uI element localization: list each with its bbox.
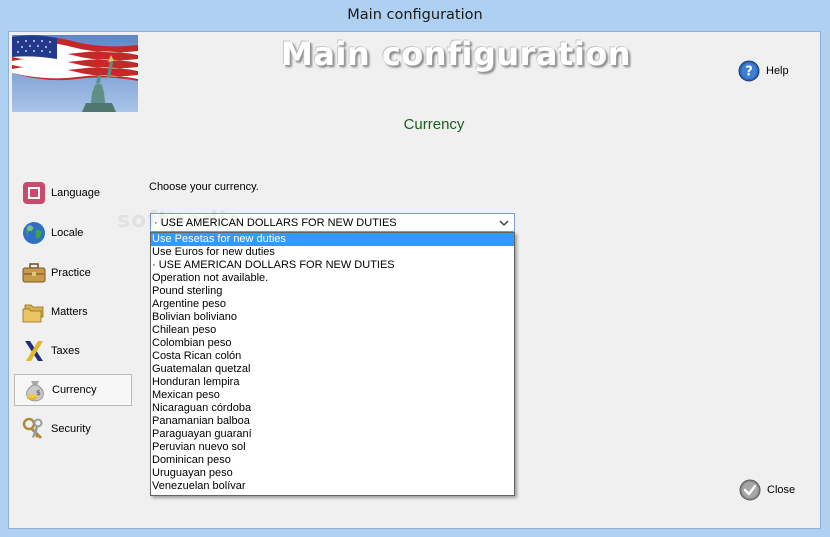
currency-option[interactable]: Honduran lempira <box>151 376 514 389</box>
sidebar-item-matters[interactable]: Matters <box>14 296 132 328</box>
money-bag-icon: $ <box>26 381 44 402</box>
sidebar-item-currency[interactable]: $ Currency <box>14 374 132 406</box>
currency-option[interactable]: Colombian peso <box>151 337 514 350</box>
section-title: Currency <box>403 116 465 133</box>
sidebar-item-label: Locale <box>51 227 84 239</box>
currency-option[interactable]: · USE AMERICAN DOLLARS FOR NEW DUTIES <box>151 259 514 272</box>
sidebar-item-label: Practice <box>51 267 91 279</box>
sidebar-item-security[interactable]: Security <box>14 413 132 445</box>
currency-option[interactable]: Nicaraguan córdoba <box>151 402 514 415</box>
help-button[interactable]: ? Help <box>738 59 808 83</box>
language-icon <box>23 182 45 204</box>
currency-option[interactable]: Mexican peso <box>151 389 514 402</box>
currency-option[interactable]: Costa Rican colón <box>151 350 514 363</box>
currency-dropdown-list[interactable]: Use Pesetas for new duties Use Euros for … <box>150 232 515 496</box>
currency-option[interactable]: Panamanian balboa <box>151 415 514 428</box>
svg-text:?: ? <box>745 65 753 80</box>
close-button[interactable]: Close <box>739 478 809 502</box>
flag-statue-image <box>12 35 138 112</box>
title-bar: Main configuration <box>0 0 830 30</box>
keys-icon <box>22 417 43 439</box>
sidebar-item-label: Currency <box>52 384 97 396</box>
currency-option[interactable]: Paraguayan guaraní <box>151 428 514 441</box>
folders-icon <box>22 304 44 323</box>
taxes-icon <box>25 341 43 361</box>
currency-option[interactable]: Argentine peso <box>151 298 514 311</box>
currency-option[interactable]: Use Euros for new duties <box>151 246 514 259</box>
currency-prompt: Choose your currency. <box>149 181 259 193</box>
svg-text:$: $ <box>36 389 41 397</box>
sidebar-item-label: Language <box>51 187 100 199</box>
sidebar-item-taxes[interactable]: Taxes <box>14 335 132 367</box>
currency-option[interactable]: Uruguayan peso <box>151 467 514 480</box>
currency-select[interactable]: · USE AMERICAN DOLLARS FOR NEW DUTIES <box>150 213 515 232</box>
help-icon: ? <box>738 60 760 82</box>
window-title: Main configuration <box>347 7 483 23</box>
main-panel: Main configuration ? Help Currency Langu… <box>8 31 821 529</box>
currency-option[interactable]: Guatemalan quetzal <box>151 363 514 376</box>
currency-option[interactable]: Venezuelan bolívar <box>151 480 514 493</box>
sidebar-item-label: Taxes <box>51 345 80 357</box>
close-label: Close <box>767 484 796 496</box>
currency-option[interactable]: Peruvian nuevo sol <box>151 441 514 454</box>
chevron-down-icon <box>499 220 509 226</box>
currency-option[interactable]: Pound sterling <box>151 285 514 298</box>
help-label: Help <box>766 65 789 77</box>
currency-option[interactable]: Use Pesetas for new duties <box>151 233 514 246</box>
sidebar-item-label: Matters <box>51 306 88 318</box>
currency-option[interactable]: Chilean peso <box>151 324 514 337</box>
briefcase-icon <box>22 263 46 283</box>
sidebar-item-locale[interactable]: Locale <box>14 217 132 249</box>
currency-option[interactable]: Dominican peso <box>151 454 514 467</box>
globe-icon <box>23 222 45 244</box>
checkmark-icon <box>739 479 761 501</box>
sidebar-item-practice[interactable]: Practice <box>14 257 132 289</box>
currency-option[interactable]: Bolivian boliviano <box>151 311 514 324</box>
banner-title: Main configuration <box>281 35 632 73</box>
currency-select-value: · USE AMERICAN DOLLARS FOR NEW DUTIES <box>154 216 397 229</box>
sidebar-item-label: Security <box>51 423 91 435</box>
currency-option[interactable]: Operation not available. <box>151 272 514 285</box>
sidebar-item-language[interactable]: Language <box>14 177 132 209</box>
